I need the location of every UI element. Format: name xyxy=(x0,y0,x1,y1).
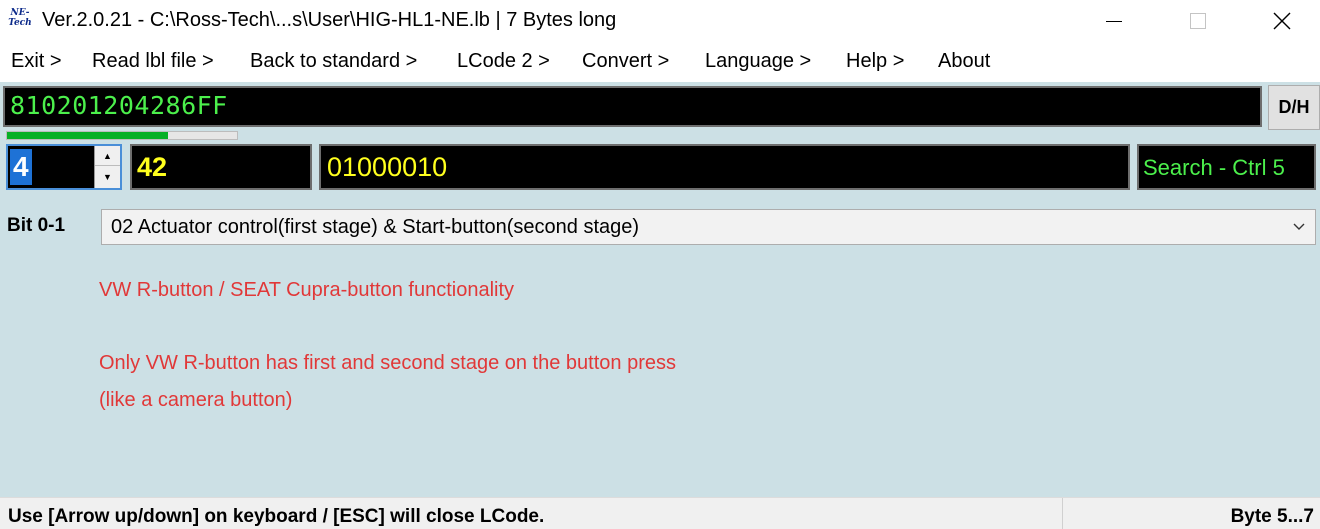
menu-exit[interactable]: Exit > xyxy=(11,50,62,73)
info-line-2: Only VW R-button has first and second st… xyxy=(99,352,676,374)
status-byte-range: Byte 5...7 xyxy=(1230,506,1314,527)
minimize-button[interactable] xyxy=(1072,0,1156,42)
info-line-1: VW R-button / SEAT Cupra-button function… xyxy=(99,279,515,301)
menu-convert[interactable]: Convert > xyxy=(582,50,669,73)
search-label: Search - Ctrl 5 xyxy=(1143,155,1285,180)
status-hint: Use [Arrow up/down] on keyboard / [ESC] … xyxy=(8,506,545,527)
progress-bar xyxy=(6,131,238,140)
byte-index-spinner[interactable]: 4 ▲ ▼ xyxy=(6,144,122,190)
spin-down-button[interactable]: ▼ xyxy=(95,167,120,187)
search-field[interactable]: Search - Ctrl 5 xyxy=(1137,144,1316,190)
menu-language[interactable]: Language > xyxy=(705,50,811,73)
minimize-icon xyxy=(1106,20,1122,22)
byte-hex-value: 42 xyxy=(137,152,168,182)
byte-binary-field[interactable]: 01000010 xyxy=(319,144,1130,190)
menu-lcode-2[interactable]: LCode 2 > xyxy=(457,50,550,73)
title-bar: NE- Tech Ver.2.0.21 - C:\Ross-Tech\...s\U… xyxy=(0,0,1320,42)
chevron-down-icon xyxy=(1293,223,1305,230)
main-panel: 810201204286FF D/H 4 ▲ ▼ 42 01000010 Sea… xyxy=(0,82,1320,497)
info-line-3: (like a camera button) xyxy=(99,389,293,411)
spinner-buttons: ▲ ▼ xyxy=(94,146,120,188)
menu-about[interactable]: About xyxy=(938,50,990,73)
dh-toggle-button[interactable]: D/H xyxy=(1268,85,1320,130)
menu-back-to-standard[interactable]: Back to standard > xyxy=(250,50,417,73)
progress-bar-fill xyxy=(7,132,168,139)
status-divider xyxy=(1062,498,1063,529)
byte-hex-field[interactable]: 42 xyxy=(130,144,312,190)
menu-help[interactable]: Help > xyxy=(846,50,904,73)
window-title: Ver.2.0.21 - C:\Ross-Tech\...s\User\HIG-… xyxy=(42,9,617,31)
menu-bar: Exit > Read lbl file > Back to standard … xyxy=(0,42,1320,82)
dropdown-selected-value: 02 Actuator control(first stage) & Start… xyxy=(111,216,640,238)
arrow-up-icon: ▲ xyxy=(103,150,112,161)
app-logo-icon: NE- Tech xyxy=(8,8,32,28)
spin-up-button[interactable]: ▲ xyxy=(95,146,120,166)
arrow-down-icon: ▼ xyxy=(103,172,112,182)
bit-range-label: Bit 0-1 xyxy=(7,215,66,236)
byte-binary-value: 01000010 xyxy=(327,152,448,182)
hex-string-value: 810201204286FF xyxy=(10,91,228,120)
status-bar: Use [Arrow up/down] on keyboard / [ESC] … xyxy=(0,497,1320,529)
maximize-icon xyxy=(1190,13,1206,29)
maximize-button[interactable] xyxy=(1156,0,1240,42)
hex-string-field[interactable]: 810201204286FF xyxy=(3,86,1262,127)
menu-read-lbl-file[interactable]: Read lbl file > xyxy=(92,50,214,73)
byte-index-value[interactable]: 4 xyxy=(10,149,32,185)
close-button[interactable] xyxy=(1240,0,1320,42)
bit-option-dropdown[interactable]: 02 Actuator control(first stage) & Start… xyxy=(101,209,1316,245)
close-icon xyxy=(1273,12,1291,30)
